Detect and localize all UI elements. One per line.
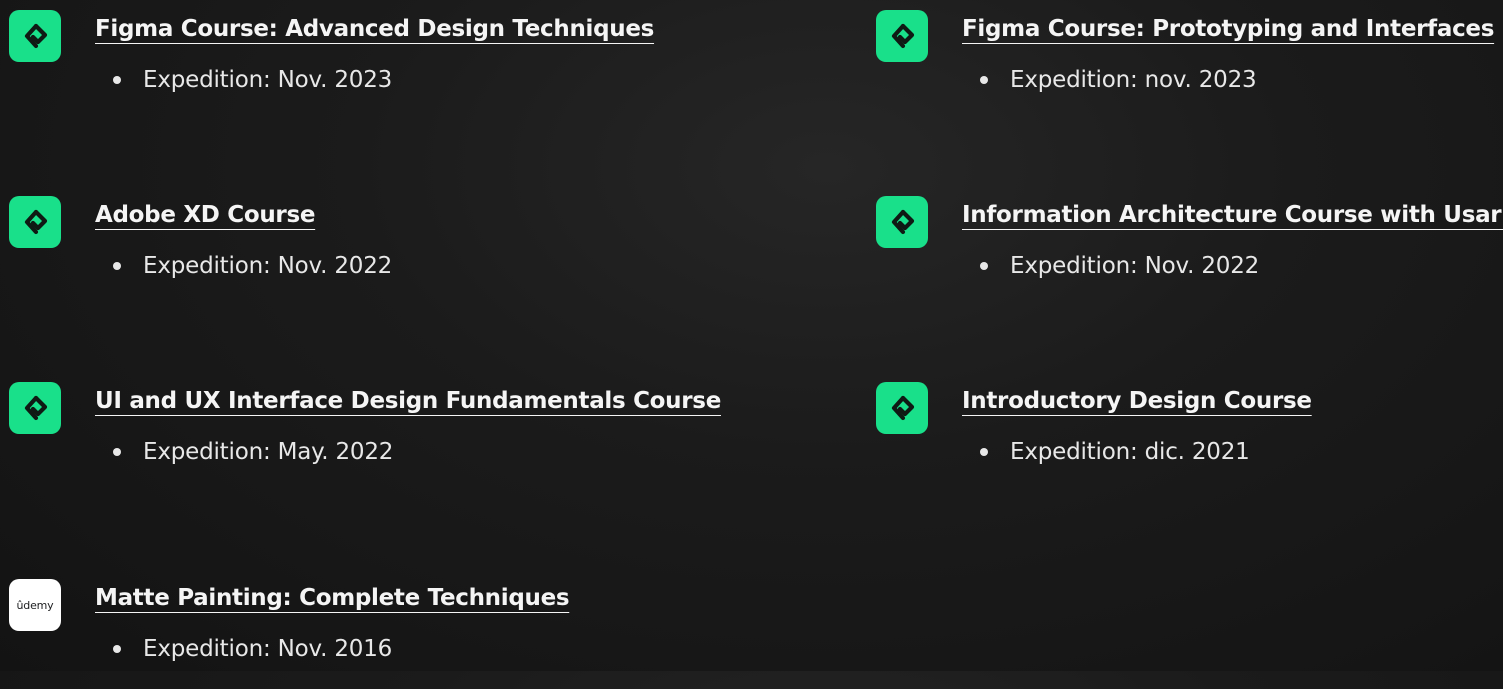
course-title-link[interactable]: Information Architecture Course with Usa… <box>962 202 1503 228</box>
platzi-icon <box>876 10 928 62</box>
bullet-icon <box>113 448 121 456</box>
course-expedition-text: Expedition: Nov. 2023 <box>143 67 393 93</box>
platzi-icon <box>876 196 928 248</box>
course-item: Figma Course: Advanced Design Techniques… <box>9 10 654 120</box>
course-detail: Expedition: Nov. 2022 <box>980 253 1259 279</box>
platzi-icon-glyph <box>891 395 915 421</box>
bullet-icon <box>113 76 121 84</box>
course-item: Figma Course: Prototyping and Interfaces… <box>876 10 1496 120</box>
platzi-icon <box>876 382 928 434</box>
course-detail: Expedition: dic. 2021 <box>980 439 1250 465</box>
course-detail: Expedition: nov. 2023 <box>980 67 1257 93</box>
udemy-logo-text: ûdemy <box>16 598 54 612</box>
platzi-icon <box>9 196 61 248</box>
platzi-icon-glyph <box>891 209 915 235</box>
udemy-logo: ûdemy <box>9 579 61 631</box>
bullet-icon <box>113 645 121 653</box>
platzi-icon-glyph <box>24 23 48 49</box>
course-expedition-text: Expedition: May. 2022 <box>143 439 394 465</box>
course-title-link[interactable]: UI and UX Interface Design Fundamentals … <box>95 388 721 414</box>
course-item: Information Architecture Course with Usa… <box>876 196 1503 306</box>
bullet-icon <box>980 76 988 84</box>
course-title-link[interactable]: Matte Painting: Complete Techniques <box>95 585 570 611</box>
course-expedition-text: Expedition: Nov. 2016 <box>143 636 393 662</box>
platzi-icon <box>9 10 61 62</box>
course-item: Adobe XD Course Expedition: Nov. 2022 <box>9 196 629 306</box>
platzi-icon-glyph <box>24 209 48 235</box>
course-detail: Expedition: Nov. 2023 <box>113 67 392 93</box>
course-item: Introductory Design Course Expedition: d… <box>876 382 1496 492</box>
course-expedition-text: Expedition: Nov. 2022 <box>143 253 393 279</box>
platzi-icon <box>9 382 61 434</box>
bullet-icon <box>113 262 121 270</box>
course-item: UI and UX Interface Design Fundamentals … <box>9 382 721 492</box>
platzi-icon-glyph <box>24 395 48 421</box>
course-expedition-text: Expedition: dic. 2021 <box>1010 439 1250 465</box>
platzi-icon-glyph <box>891 23 915 49</box>
course-expedition-text: Expedition: nov. 2023 <box>1010 67 1257 93</box>
course-detail: Expedition: Nov. 2022 <box>113 253 392 279</box>
bullet-icon <box>980 448 988 456</box>
course-title-link[interactable]: Introductory Design Course <box>962 388 1312 414</box>
course-detail: Expedition: Nov. 2016 <box>113 636 392 662</box>
course-title-link[interactable]: Adobe XD Course <box>95 202 315 228</box>
course-item: ûdemy Matte Painting: Complete Technique… <box>9 579 629 689</box>
course-title-link[interactable]: Figma Course: Advanced Design Techniques <box>95 16 654 42</box>
course-detail: Expedition: May. 2022 <box>113 439 393 465</box>
course-expedition-text: Expedition: Nov. 2022 <box>1010 253 1260 279</box>
bullet-icon <box>980 262 988 270</box>
course-title-link[interactable]: Figma Course: Prototyping and Interfaces <box>962 16 1494 42</box>
